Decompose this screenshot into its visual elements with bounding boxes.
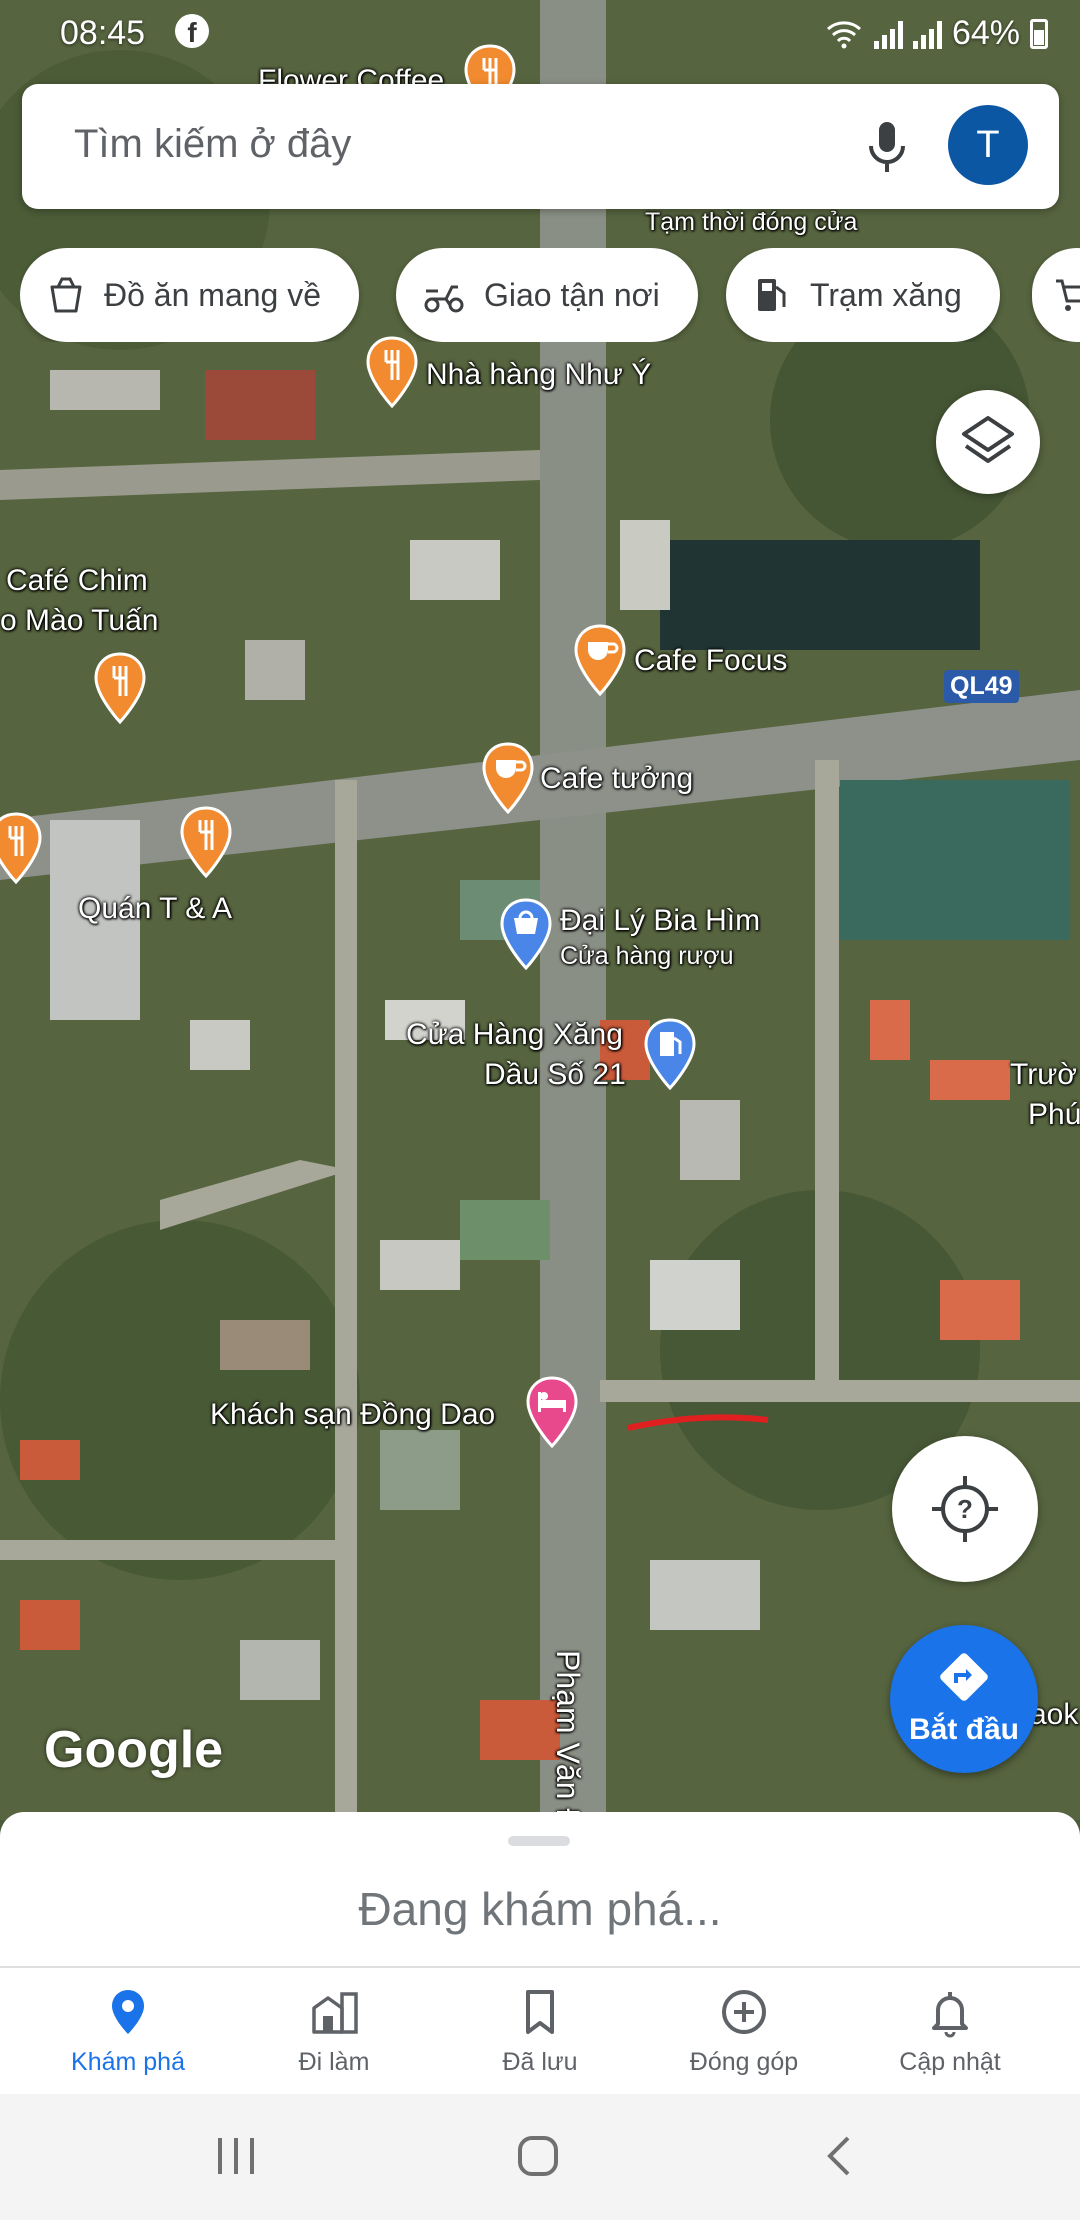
chip-takeout[interactable]: Đồ ăn mang về xyxy=(20,248,360,342)
poi-status-temp-closed: Tạm thời đóng cửa xyxy=(645,208,858,236)
start-button-label: Bắt đầu xyxy=(908,1713,1019,1746)
bookmark-icon xyxy=(526,1990,554,2034)
category-chips: Đồ ăn mang về Giao tận nơi Trạm xăng xyxy=(20,248,1080,342)
directions-icon xyxy=(940,1653,988,1701)
chip-delivery[interactable]: Giao tận nơi xyxy=(396,248,698,342)
poi-label-khach-san[interactable]: Khách sạn Đồng Dao xyxy=(210,1398,495,1432)
microphone-icon[interactable] xyxy=(857,114,917,178)
nav-updates[interactable]: Cập nhật xyxy=(860,1984,1040,2077)
chip-delivery-label: Giao tận nơi xyxy=(484,276,660,313)
gas-station-pin-icon[interactable] xyxy=(644,1018,696,1090)
hotel-pin-icon[interactable] xyxy=(526,1376,578,1448)
svg-text:?: ? xyxy=(957,1494,973,1524)
add-circle-icon xyxy=(722,1990,766,2034)
account-avatar[interactable]: T xyxy=(948,105,1028,185)
nav-explore[interactable]: Khám phá xyxy=(38,1984,218,2077)
nav-contribute[interactable]: Đóng góp xyxy=(654,1984,834,2077)
poi-label-cua-hang-xang[interactable]: Cửa Hàng Xăng xyxy=(406,1018,623,1052)
facebook-notification-icon: f xyxy=(175,14,209,48)
location-crosshair-icon: ? xyxy=(932,1476,998,1542)
nav-contribute-label: Đóng góp xyxy=(689,2048,799,2076)
nav-commute-label: Đi làm xyxy=(298,2048,370,2076)
poi-label-cafe-focus[interactable]: Cafe Focus xyxy=(634,644,787,678)
signal-strength-icon xyxy=(873,19,903,49)
start-navigation-button[interactable]: Bắt đầu xyxy=(890,1625,1038,1773)
poi-label-cafe-chim[interactable]: Café Chim xyxy=(6,564,148,598)
sheet-drag-handle[interactable] xyxy=(508,1836,570,1846)
signal-strength-icon-sim2 xyxy=(912,19,942,49)
restaurant-pin-icon[interactable] xyxy=(0,812,42,884)
takeout-icon xyxy=(50,277,82,313)
location-pin-icon xyxy=(112,1990,144,2034)
sheet-loading-text: Đang khám phá... xyxy=(358,1883,722,1935)
battery-icon xyxy=(1030,18,1048,49)
poi-label-cafe-chim-line2: o Mào Tuấn xyxy=(0,604,159,637)
status-bar: 08:45 f 64% xyxy=(0,0,1080,68)
layers-button[interactable] xyxy=(936,390,1040,494)
cafe-pin-icon[interactable] xyxy=(574,624,626,696)
poi-label-cafe-tuong[interactable]: Cafe tưởng xyxy=(540,762,693,796)
gas-station-icon xyxy=(758,279,786,311)
notification-bell-icon xyxy=(932,1992,968,2038)
poi-label-dai-ly-bia[interactable]: Đại Lý Bia Hìm xyxy=(560,904,760,938)
status-time: 08:45 xyxy=(60,14,146,52)
chip-gas-station-label: Trạm xăng xyxy=(810,276,962,313)
system-navigation-bar xyxy=(0,2094,1080,2220)
battery-percent: 64% xyxy=(951,14,1020,52)
chip-takeout-label: Đồ ăn mang về xyxy=(104,276,322,313)
restaurant-pin-icon[interactable] xyxy=(94,652,146,724)
poi-label-cua-hang-xang-line2: Dầu Số 21 xyxy=(484,1058,626,1091)
explore-bottom-sheet[interactable]: Đang khám phá... xyxy=(0,1812,1080,1966)
poi-label-truong[interactable]: Trườ xyxy=(1010,1058,1077,1092)
layers-icon xyxy=(962,416,1014,463)
cafe-pin-icon[interactable] xyxy=(482,742,534,814)
restaurant-pin-icon[interactable] xyxy=(366,336,418,408)
poi-label-truong-line2: Phú xyxy=(1028,1098,1080,1131)
shopping-cart-icon xyxy=(1056,279,1080,311)
restaurant-pin-icon[interactable] xyxy=(180,806,232,878)
nav-saved[interactable]: Đã lưu xyxy=(450,1984,630,2077)
nav-commute[interactable]: Đi làm xyxy=(244,1984,424,2077)
nav-updates-label: Cập nhật xyxy=(899,2048,1001,2076)
chip-gas-station[interactable]: Trạm xăng xyxy=(726,248,1000,342)
chip-shopping[interactable] xyxy=(1032,248,1080,342)
street-label-pham-van: Phạm Văn Đ xyxy=(550,1650,586,1820)
nav-explore-label: Khám phá xyxy=(71,2048,185,2076)
search-bar[interactable]: Tìm kiếm ở đây T xyxy=(22,84,1059,209)
nav-saved-label: Đã lưu xyxy=(502,2048,578,2076)
poi-category-dai-ly: Cửa hàng rượu xyxy=(560,942,734,970)
wifi-icon xyxy=(826,20,861,48)
commute-building-icon xyxy=(312,1992,358,2034)
my-location-button[interactable]: ? xyxy=(892,1436,1038,1582)
recent-apps-icon[interactable] xyxy=(206,2126,266,2186)
search-placeholder[interactable]: Tìm kiếm ở đây xyxy=(74,122,351,167)
delivery-icon xyxy=(424,285,464,313)
poi-label-nha-hang[interactable]: Nhà hàng Như Ý xyxy=(426,358,651,392)
road-shield-ql49: QL49 xyxy=(944,670,1019,703)
home-icon[interactable] xyxy=(508,2126,568,2186)
poi-label-quan-ta[interactable]: Quán T & A xyxy=(78,892,232,926)
google-logo: Google xyxy=(44,1721,224,1779)
shopping-pin-icon[interactable] xyxy=(500,898,552,970)
back-icon[interactable] xyxy=(810,2126,870,2186)
bottom-navigation: Khám phá Đi làm Đã lưu Đóng góp Cập nhật xyxy=(0,1966,1080,2094)
